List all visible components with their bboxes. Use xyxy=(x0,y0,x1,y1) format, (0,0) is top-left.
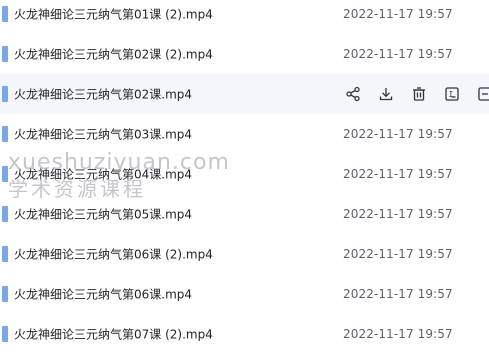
video-file-icon xyxy=(2,86,8,102)
file-row[interactable]: 火龙神细论三元纳气第06课.mp4 2022-11-17 19:57 xyxy=(0,274,489,314)
video-file-icon xyxy=(2,206,8,222)
video-file-icon xyxy=(2,6,8,22)
row-actions: I xyxy=(342,83,489,105)
file-date: 2022-11-17 19:57 xyxy=(343,47,453,61)
file-row[interactable]: 火龙神细论三元纳气第01课 (2).mp4 2022-11-17 19:57 xyxy=(0,0,489,34)
file-row[interactable]: 火龙神细论三元纳气第02课 (2).mp4 2022-11-17 19:57 xyxy=(0,34,489,74)
file-name[interactable]: 火龙神细论三元纳气第07课 (2).mp4 xyxy=(14,326,213,343)
video-file-icon xyxy=(2,126,8,142)
file-date: 2022-11-17 19:57 xyxy=(343,327,453,341)
file-date: 2022-11-17 19:57 xyxy=(343,7,453,21)
video-file-icon xyxy=(2,326,8,342)
file-row-hovered[interactable]: 火龙神细论三元纳气第02课.mp4 I xyxy=(0,74,489,114)
file-row[interactable]: 火龙神细论三元纳气第07课 (2).mp4 2022-11-17 19:57 xyxy=(0,314,489,354)
file-row[interactable]: 火龙神细论三元纳气第04课.mp4 2022-11-17 19:57 xyxy=(0,154,489,194)
file-name[interactable]: 火龙神细论三元纳气第02课.mp4 xyxy=(14,86,192,103)
delete-icon[interactable] xyxy=(408,83,430,105)
file-name[interactable]: 火龙神细论三元纳气第01课 (2).mp4 xyxy=(14,6,213,23)
file-name[interactable]: 火龙神细论三元纳气第03课.mp4 xyxy=(14,126,192,143)
file-row[interactable]: 火龙神细论三元纳气第03课.mp4 2022-11-17 19:57 xyxy=(0,114,489,154)
svg-text:I: I xyxy=(449,90,454,99)
video-file-icon xyxy=(2,246,8,262)
file-name[interactable]: 火龙神细论三元纳气第04课.mp4 xyxy=(14,166,192,183)
file-date: 2022-11-17 19:57 xyxy=(343,247,453,261)
file-row[interactable]: 火龙神细论三元纳气第06课 (2).mp4 2022-11-17 19:57 xyxy=(0,234,489,274)
share-icon[interactable] xyxy=(342,83,364,105)
file-date: 2022-11-17 19:57 xyxy=(343,207,453,221)
download-icon[interactable] xyxy=(375,83,397,105)
file-row[interactable]: 火龙神细论三元纳气第05课.mp4 2022-11-17 19:57 xyxy=(0,194,489,234)
rename-icon[interactable]: I xyxy=(441,83,463,105)
file-date: 2022-11-17 19:57 xyxy=(343,167,453,181)
file-name[interactable]: 火龙神细论三元纳气第06课.mp4 xyxy=(14,286,192,303)
file-name[interactable]: 火龙神细论三元纳气第02课 (2).mp4 xyxy=(14,46,213,63)
more-icon[interactable] xyxy=(474,83,489,105)
video-file-icon xyxy=(2,46,8,62)
video-file-icon xyxy=(2,286,8,302)
video-file-icon xyxy=(2,166,8,182)
file-date: 2022-11-17 19:57 xyxy=(343,127,453,141)
file-name[interactable]: 火龙神细论三元纳气第05课.mp4 xyxy=(14,206,192,223)
file-name[interactable]: 火龙神细论三元纳气第06课 (2).mp4 xyxy=(14,246,213,263)
file-date: 2022-11-17 19:57 xyxy=(343,287,453,301)
